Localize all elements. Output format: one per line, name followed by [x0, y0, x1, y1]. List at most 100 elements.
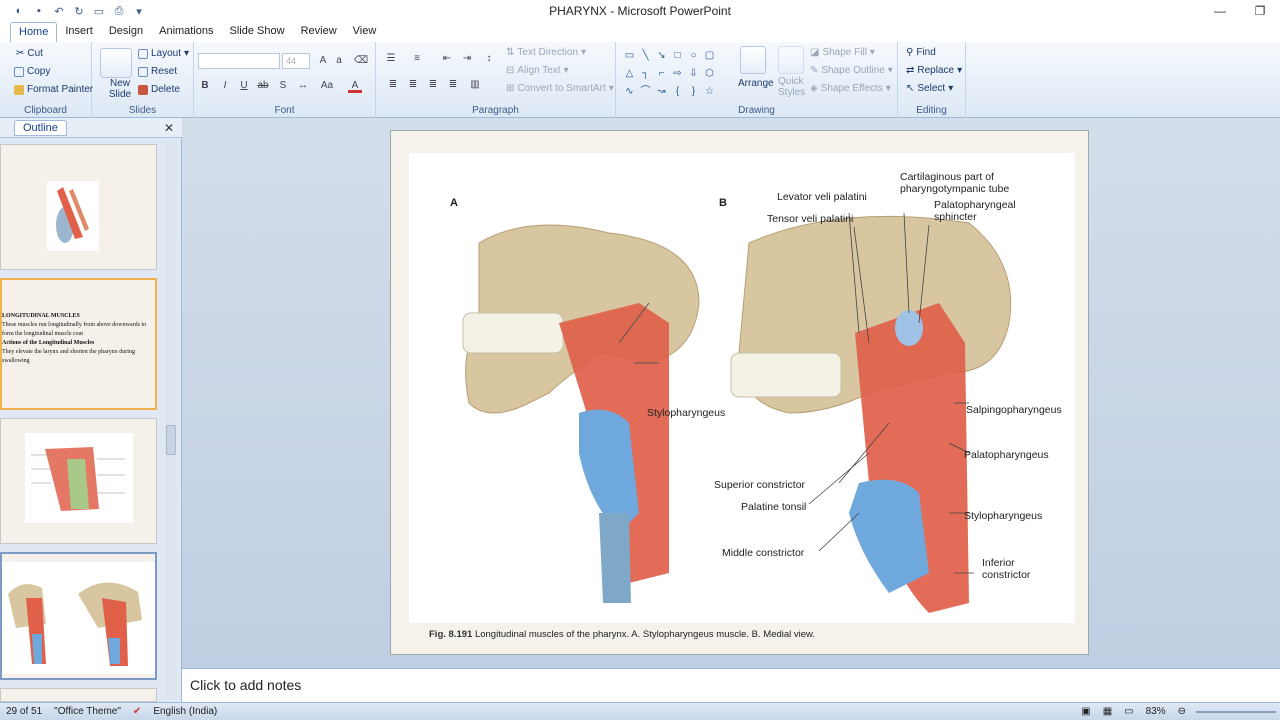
redo-icon[interactable]: ↻ — [72, 4, 86, 18]
increase-indent-icon[interactable]: ⇥ — [460, 52, 474, 66]
quick-styles-button[interactable]: Quick Styles — [778, 76, 808, 98]
shape-fill-button[interactable]: ◪ Shape Fill ▾ — [810, 47, 875, 58]
align-left-icon[interactable]: ≣ — [386, 78, 400, 92]
slide-thumbnail[interactable] — [0, 688, 157, 702]
panel-scrollbar[interactable] — [165, 140, 177, 700]
zoom-level[interactable]: 83% — [1140, 706, 1172, 717]
format-painter-button[interactable]: Format Painter — [14, 84, 93, 95]
select-button[interactable]: ↖ Select ▾ — [906, 83, 953, 94]
close-icon[interactable]: ✕ — [164, 121, 174, 135]
slide-thumbnail[interactable] — [0, 144, 157, 270]
right-brace-shape-icon[interactable]: } — [688, 86, 699, 97]
freeform-shape-icon[interactable]: ↝ — [656, 86, 667, 97]
normal-view-icon[interactable]: ▣ — [1075, 706, 1096, 717]
slide-thumbnail[interactable]: LONGITUDINAL MUSCLES These muscles run l… — [0, 278, 157, 410]
shape-outline-button[interactable]: ✎ Shape Outline ▾ — [810, 65, 893, 76]
customize-toolbar-icon[interactable]: ▾ — [132, 4, 146, 18]
triangle-shape-icon[interactable]: △ — [624, 68, 635, 79]
find-button[interactable]: ⚲ Find — [906, 47, 936, 58]
tab-review[interactable]: Review — [293, 22, 345, 42]
hexagon-shape-icon[interactable]: ⬡ — [704, 68, 715, 79]
align-text-button[interactable]: ⊟ Align Text ▾ — [506, 65, 569, 76]
grow-font-icon[interactable]: A — [316, 54, 330, 68]
oval-shape-icon[interactable]: ○ — [688, 50, 699, 61]
copy-button[interactable]: Copy — [14, 66, 50, 77]
new-slide-icon[interactable] — [100, 48, 132, 78]
undo-icon[interactable]: ↶ — [52, 4, 66, 18]
justify-icon[interactable]: ≣ — [446, 78, 460, 92]
underline-icon[interactable]: U — [237, 79, 251, 93]
spellcheck-icon[interactable]: ✔ — [127, 706, 147, 717]
decrease-indent-icon[interactable]: ⇤ — [440, 52, 454, 66]
spacing-icon[interactable]: ↔ — [296, 79, 310, 93]
cut-button[interactable]: ✂ Cut — [16, 48, 43, 59]
tab-insert[interactable]: Insert — [57, 22, 101, 42]
tab-outline[interactable]: Outline — [14, 119, 67, 136]
align-right-icon[interactable]: ≣ — [426, 78, 440, 92]
slide-sorter-icon[interactable]: ▦ — [1097, 706, 1118, 717]
arc-shape-icon[interactable]: ⌒ — [640, 86, 651, 97]
language[interactable]: English (India) — [147, 706, 223, 717]
minimize-icon[interactable]: — — [1200, 0, 1240, 22]
right-arrow-shape-icon[interactable]: ⇨ — [672, 68, 683, 79]
down-arrow-shape-icon[interactable]: ⇩ — [688, 68, 699, 79]
tab-slide-show[interactable]: Slide Show — [222, 22, 293, 42]
convert-smartart-button[interactable]: ⊞ Convert to SmartArt ▾ — [506, 83, 614, 94]
delete-button[interactable]: Delete — [138, 84, 180, 95]
left-brace-shape-icon[interactable]: { — [672, 86, 683, 97]
replace-button[interactable]: ⇄ Replace ▾ — [906, 65, 962, 76]
slide-thumbnail-current[interactable] — [0, 552, 157, 680]
shrink-font-icon[interactable]: a — [332, 54, 346, 68]
arrow-shape-icon[interactable]: ↘ — [656, 50, 667, 61]
scrollbar-thumb[interactable] — [166, 425, 176, 455]
change-case-icon[interactable]: Aa — [320, 79, 334, 93]
notes-placeholder[interactable]: Click to add notes — [190, 677, 301, 693]
strikethrough-icon[interactable]: ab — [256, 79, 270, 93]
new-slide-button[interactable]: New Slide — [104, 78, 136, 100]
text-direction-button[interactable]: ⇅ Text Direction ▾ — [506, 47, 586, 58]
clear-format-icon[interactable]: ⌫ — [354, 54, 368, 68]
slideshow-icon[interactable]: ▭ — [92, 4, 106, 18]
maximize-icon[interactable]: ❐ — [1240, 0, 1280, 22]
bullets-icon[interactable]: ☰ — [384, 52, 398, 66]
tab-home[interactable]: Home — [10, 22, 58, 42]
font-size-combobox[interactable]: 44 — [282, 53, 310, 69]
delete-icon — [138, 84, 148, 95]
tab-animations[interactable]: Animations — [151, 22, 221, 42]
connector-shape-icon[interactable]: ⌐ — [656, 68, 667, 79]
tab-design[interactable]: Design — [101, 22, 151, 42]
italic-icon[interactable]: I — [218, 79, 232, 93]
tab-view[interactable]: View — [345, 22, 385, 42]
group-label: Paragraph — [472, 105, 519, 116]
line-shape-icon[interactable]: ╲ — [640, 50, 651, 61]
slide[interactable]: A B Stylopharyngeus Levator veli palatin… — [390, 130, 1089, 655]
slide-thumbnail[interactable] — [0, 418, 157, 544]
zoom-out-icon[interactable]: ⊖ — [1172, 706, 1192, 717]
notes-pane[interactable]: Click to add notes — [182, 668, 1280, 702]
print-icon[interactable]: ⎙ — [112, 4, 126, 18]
font-name-combobox[interactable] — [198, 53, 280, 69]
align-center-icon[interactable]: ≣ — [406, 78, 420, 92]
zoom-slider[interactable] — [1196, 710, 1276, 713]
star-shape-icon[interactable]: ☆ — [704, 86, 715, 97]
save-icon[interactable]: ▪ — [32, 4, 46, 18]
textbox-shape-icon[interactable]: ▭ — [624, 50, 635, 61]
font-color-icon[interactable]: A — [348, 79, 362, 93]
numbering-icon[interactable]: ≡ — [410, 52, 424, 66]
columns-icon[interactable]: ▥ — [468, 78, 482, 92]
curve-shape-icon[interactable]: ∿ — [624, 86, 635, 97]
line-spacing-icon[interactable]: ↕ — [482, 52, 496, 66]
quick-styles-icon[interactable] — [778, 46, 804, 74]
office-button-icon[interactable]: ◐ — [12, 4, 26, 18]
rounded-rect-shape-icon[interactable]: ▢ — [704, 50, 715, 61]
shape-effects-button[interactable]: ◈ Shape Effects ▾ — [810, 83, 891, 94]
elbow-shape-icon[interactable]: ┐ — [640, 68, 651, 79]
arrange-button[interactable]: Arrange — [738, 78, 774, 89]
slideshow-view-icon[interactable]: ▭ — [1118, 706, 1139, 717]
reset-button[interactable]: Reset — [138, 66, 177, 77]
bold-icon[interactable]: B — [198, 79, 212, 93]
shadow-icon[interactable]: S — [276, 79, 290, 93]
layout-button[interactable]: Layout ▾ — [138, 48, 189, 59]
arrange-icon[interactable] — [740, 46, 766, 74]
rectangle-shape-icon[interactable]: □ — [672, 50, 683, 61]
